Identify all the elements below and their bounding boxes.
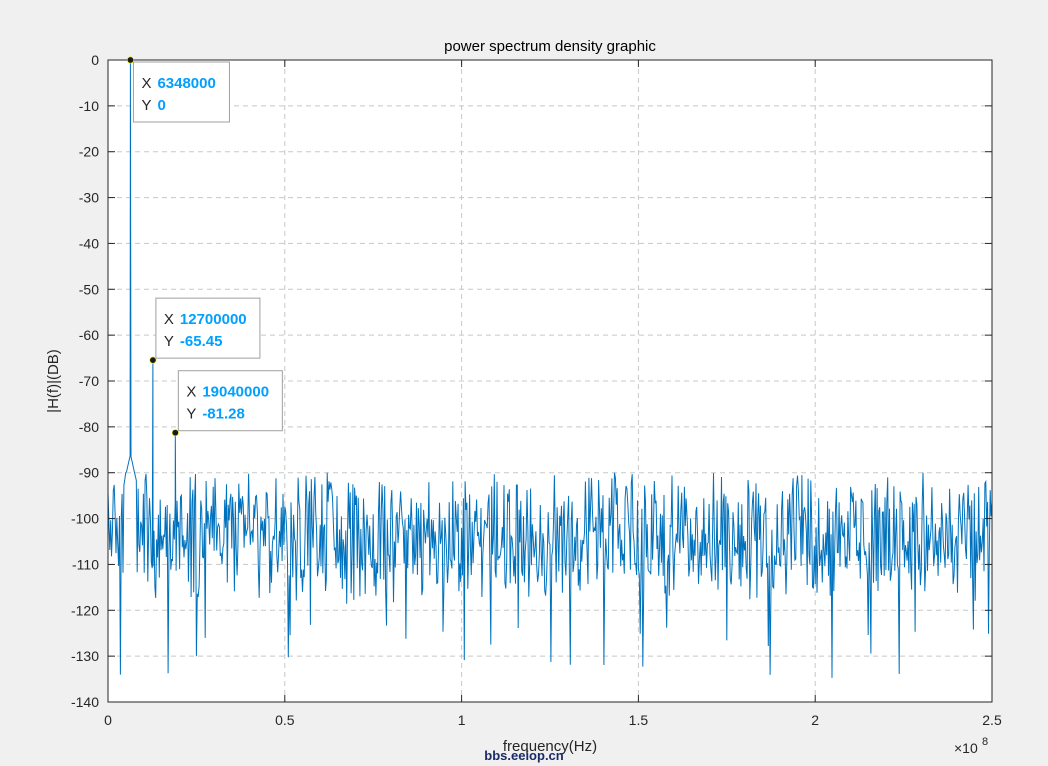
datatip[interactable]: X 6348000 Y 0 bbox=[126, 56, 230, 123]
y-tick-label: -50 bbox=[79, 281, 99, 297]
y-tick-label: -40 bbox=[79, 235, 99, 251]
y-tick-label: -140 bbox=[71, 694, 99, 710]
y-axis-label: |H(f)|(DB) bbox=[45, 349, 62, 413]
x-exponent-base: ×10 bbox=[954, 740, 978, 756]
y-tick-label: -100 bbox=[71, 511, 99, 527]
y-tick-label: -20 bbox=[79, 144, 99, 160]
y-tick-label: -80 bbox=[79, 419, 99, 435]
datatip[interactable]: X 12700000 Y -65.45 bbox=[149, 297, 261, 364]
datatip[interactable]: X 19040000 Y -81.28 bbox=[171, 370, 283, 437]
datatip-y-value: 0 bbox=[157, 97, 165, 114]
y-tick-label: -60 bbox=[79, 327, 99, 343]
datatip-x-value: 19040000 bbox=[202, 384, 269, 401]
datatip-x-value: 6348000 bbox=[157, 75, 215, 92]
y-tick-label: -90 bbox=[79, 465, 99, 481]
y-tick-label: -130 bbox=[71, 648, 99, 664]
datatip-y-value: -81.28 bbox=[202, 406, 245, 423]
y-tick-label: -120 bbox=[71, 602, 99, 618]
watermark-text: bbs.eeiop.cn bbox=[484, 748, 564, 763]
x-tick-label: 0.5 bbox=[275, 712, 295, 728]
x-tick-label: 0 bbox=[104, 712, 112, 728]
datatip-x-key: X bbox=[164, 311, 174, 328]
y-tick-label: -10 bbox=[79, 98, 99, 114]
y-tick-label: 0 bbox=[91, 52, 99, 68]
datatip-x-key: X bbox=[141, 75, 151, 92]
datatip-y-value: -65.45 bbox=[180, 333, 223, 350]
datatip-y-key: Y bbox=[186, 406, 196, 423]
datatip-x-key: X bbox=[186, 384, 196, 401]
y-tick-label: -70 bbox=[79, 373, 99, 389]
x-tick-label: 1 bbox=[458, 712, 466, 728]
y-tick-label: -110 bbox=[72, 556, 99, 572]
datatip-marker[interactable] bbox=[149, 356, 157, 364]
x-tick-label: 2 bbox=[811, 712, 819, 728]
x-tick-label: 1.5 bbox=[629, 712, 649, 728]
datatip-marker[interactable] bbox=[126, 56, 134, 64]
datatip-y-key: Y bbox=[164, 333, 174, 350]
datatip-marker[interactable] bbox=[171, 429, 179, 437]
y-tick-label: -30 bbox=[79, 190, 99, 206]
chart-title: power spectrum density graphic bbox=[444, 38, 656, 55]
x-exponent-power: 8 bbox=[982, 736, 988, 748]
x-tick-label: 2.5 bbox=[982, 712, 1002, 728]
psd-figure: 0 -10 -20 -30 -40 -50 -60 -70 -80 -90 -100 -110 -120… bbox=[45, 38, 1002, 763]
datatip-x-value: 12700000 bbox=[180, 311, 247, 328]
datatip-y-key: Y bbox=[141, 97, 151, 114]
